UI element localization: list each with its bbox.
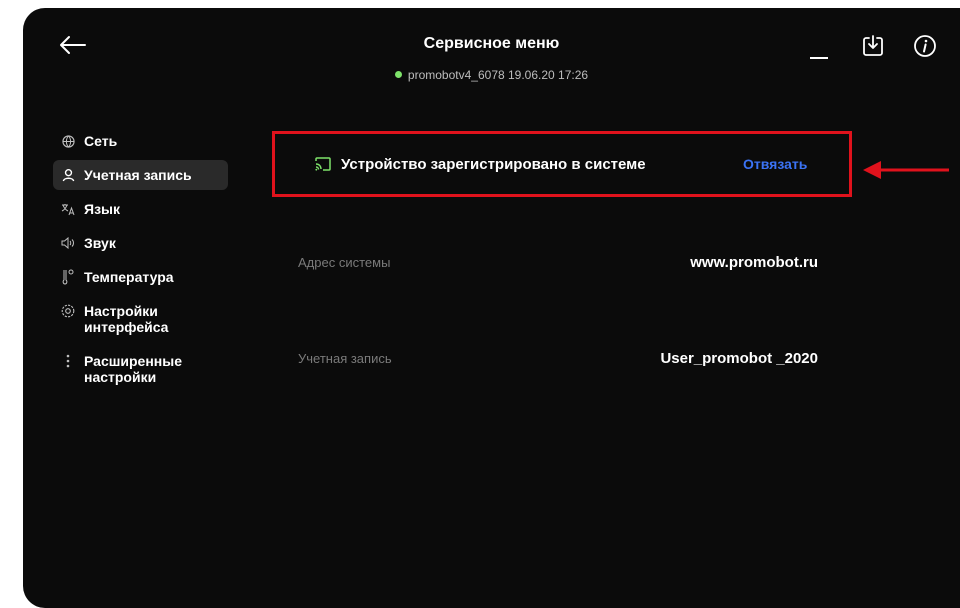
annotation-arrow-icon [863,161,949,179]
device-status-text: promobotv4_6078 19.06.20 17:26 [407,68,589,82]
sidebar-item-temperature[interactable]: Температура [53,262,228,292]
sidebar-item-network[interactable]: Сеть [53,126,228,156]
globe-icon [61,133,75,149]
online-status-dot [394,71,402,78]
sidebar-item-sound[interactable]: Звук [53,228,228,258]
cast-icon [315,157,331,171]
download-icon [863,35,883,56]
sidebar-item-label: Расширенные настройки [84,353,182,385]
download-button[interactable] [861,34,885,58]
unbind-button[interactable]: Отвязать [743,134,807,194]
more-vertical-icon [61,353,75,369]
settings-icon [61,303,75,319]
account-value: User_promobot _2020 [660,350,818,367]
sidebar-item-label: Сеть [84,133,118,149]
sidebar-item-label: Язык [84,201,120,217]
thermometer-icon [61,269,75,285]
info-button[interactable] [913,34,937,58]
sidebar-item-account[interactable]: Учетная запись [53,160,228,190]
sidebar-item-label: Учетная запись [84,167,192,183]
info-icon [914,35,936,57]
sidebar-item-interface-settings[interactable]: Настройки интерфейса [53,296,228,342]
sidebar-item-language[interactable]: Язык [53,194,228,224]
speaker-icon [61,235,75,251]
sidebar-item-label: Температура [84,269,174,285]
sidebar-item-label: Звук [84,235,116,251]
system-address-label: Адрес системы [298,255,391,270]
account-label: Учетная запись [298,351,392,366]
service-menu-screen: Сервисное меню promobotv4_6078 19.06.20 … [23,8,960,608]
sidebar-nav: Сеть Учетная запись Язык Звук Температур… [53,126,228,396]
sidebar-item-advanced-settings[interactable]: Расширенные настройки [53,346,228,392]
registration-status-text: Устройство зарегистрировано в системе [341,155,646,173]
translate-icon [61,201,75,217]
minimize-button[interactable] [809,38,831,60]
registration-status-highlight: Устройство зарегистрировано в системе От… [272,131,852,197]
system-address-value: www.promobot.ru [690,254,818,271]
device-status: promobotv4_6078 19.06.20 17:26 [23,68,960,82]
sidebar-item-label: Настройки интерфейса [84,303,169,335]
user-icon [61,167,75,183]
registration-status: Устройство зарегистрировано в системе [315,134,646,194]
